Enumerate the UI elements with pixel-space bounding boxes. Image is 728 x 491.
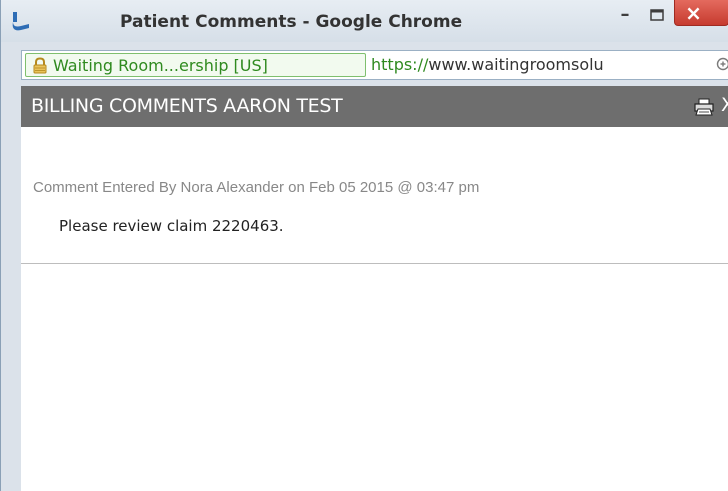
comment-meta: Comment Entered By Nora Alexander on Feb… bbox=[33, 179, 480, 196]
page-content: BILLING COMMENTS AARON TEST X Comment En… bbox=[21, 86, 728, 491]
certificate-label: Waiting Room...ership [US] bbox=[53, 56, 268, 75]
url-scheme: https:// bbox=[371, 55, 429, 74]
minimize-button[interactable]: – bbox=[612, 4, 638, 26]
address-bar[interactable]: Waiting Room...ership [US] https://www.w… bbox=[21, 50, 728, 80]
maximize-icon bbox=[650, 9, 664, 21]
lock-icon bbox=[33, 57, 47, 74]
minimize-icon: – bbox=[620, 4, 630, 25]
comment-text: Please review claim 2220463. bbox=[59, 217, 284, 235]
page-title: BILLING COMMENTS AARON TEST bbox=[31, 95, 343, 117]
zoom-icon[interactable] bbox=[716, 57, 728, 73]
title-bar[interactable]: Patient Comments - Google Chrome – × bbox=[1, 0, 728, 42]
browser-window: Patient Comments - Google Chrome – × Wai… bbox=[0, 0, 728, 491]
divider bbox=[21, 263, 728, 264]
close-icon: × bbox=[685, 0, 702, 25]
maximize-button[interactable] bbox=[644, 4, 670, 26]
url-field[interactable]: https://www.waitingroomsolu bbox=[371, 55, 711, 74]
app-icon bbox=[12, 12, 29, 31]
print-icon[interactable] bbox=[693, 97, 715, 117]
security-certificate-badge[interactable]: Waiting Room...ership [US] bbox=[25, 53, 366, 77]
close-comments-button[interactable]: X bbox=[721, 94, 728, 116]
window-close-button[interactable]: × bbox=[674, 0, 728, 26]
window-title: Patient Comments - Google Chrome bbox=[120, 12, 463, 32]
url-host: www.waitingroomsolu bbox=[428, 55, 604, 74]
comments-header: BILLING COMMENTS AARON TEST X bbox=[21, 86, 728, 127]
